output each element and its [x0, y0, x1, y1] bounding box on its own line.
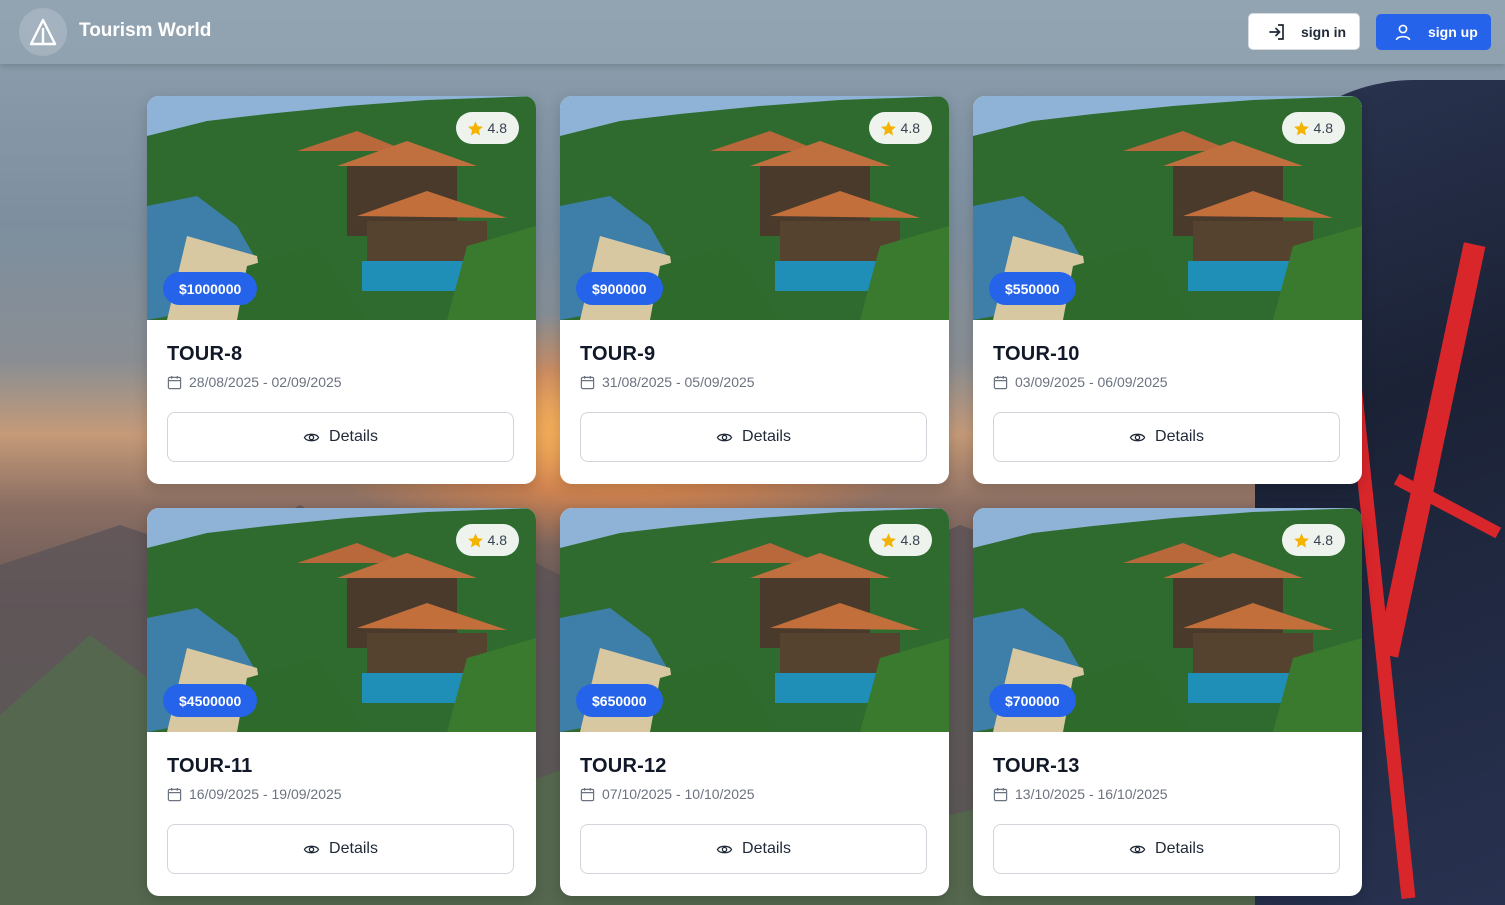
star-icon	[880, 120, 896, 135]
eye-icon	[1129, 845, 1146, 853]
eye-icon	[1129, 433, 1146, 441]
tour-dates-text: 07/10/2025 - 10/10/2025	[602, 786, 755, 802]
tour-dates-text: 28/08/2025 - 02/09/2025	[189, 374, 342, 390]
price-badge: $1000000	[163, 272, 258, 305]
login-arrow-icon	[1269, 23, 1284, 40]
tour-card[interactable]: 4.8 $4500000 TOUR-11 16/09/2025 - 19/09/…	[147, 508, 536, 896]
rating-value: 4.8	[487, 532, 507, 548]
tour-dates-text: 31/08/2025 - 05/09/2025	[602, 374, 755, 390]
eye-icon	[303, 433, 320, 441]
tour-dates: 13/10/2025 - 16/10/2025	[993, 786, 1168, 802]
rating-badge: 4.8	[455, 524, 519, 556]
sign-in-button[interactable]: sign in	[1248, 13, 1360, 50]
tour-title: TOUR-12	[580, 755, 667, 777]
rating-value: 4.8	[900, 120, 920, 136]
details-label: Details	[329, 840, 378, 857]
details-button[interactable]: Details	[993, 824, 1340, 874]
top-navigation-bar: Tourism World sign in sign up	[0, 0, 1505, 64]
eye-icon	[303, 845, 320, 853]
tour-title: TOUR-13	[993, 755, 1080, 777]
details-button[interactable]: Details	[167, 824, 514, 874]
details-button[interactable]: Details	[993, 412, 1340, 462]
calendar-icon	[993, 375, 1008, 389]
tour-dates: 03/09/2025 - 06/09/2025	[993, 374, 1168, 390]
details-button[interactable]: Details	[167, 412, 514, 462]
sign-in-label: sign in	[1301, 23, 1347, 40]
tour-dates-text: 13/10/2025 - 16/10/2025	[1015, 786, 1168, 802]
tour-dates: 07/10/2025 - 10/10/2025	[580, 786, 755, 802]
triangle-logo-icon	[29, 18, 57, 46]
star-icon	[467, 120, 483, 135]
tour-dates: 28/08/2025 - 02/09/2025	[167, 374, 342, 390]
tour-card[interactable]: 4.8 $550000 TOUR-10 03/09/2025 - 06/09/2…	[973, 96, 1362, 484]
tour-title: TOUR-8	[167, 343, 243, 365]
tour-dates: 16/09/2025 - 19/09/2025	[167, 786, 342, 802]
details-label: Details	[1155, 428, 1204, 445]
eye-icon	[716, 845, 733, 853]
calendar-icon	[993, 787, 1008, 801]
logo[interactable]	[19, 8, 67, 56]
price-badge: $550000	[989, 272, 1076, 305]
details-label: Details	[742, 840, 791, 857]
calendar-icon	[580, 375, 595, 389]
sign-up-label: sign up	[1428, 24, 1478, 40]
tour-card[interactable]: 4.8 $700000 TOUR-13 13/10/2025 - 16/10/2…	[973, 508, 1362, 896]
brand-name[interactable]: Tourism World	[79, 20, 211, 42]
tour-dates: 31/08/2025 - 05/09/2025	[580, 374, 755, 390]
tour-title: TOUR-9	[580, 343, 656, 365]
rating-badge: 4.8	[1281, 524, 1345, 556]
tour-title: TOUR-11	[167, 755, 253, 777]
tour-card[interactable]: 4.8 $900000 TOUR-9 31/08/2025 - 05/09/20…	[560, 96, 949, 484]
details-button[interactable]: Details	[580, 412, 927, 462]
star-icon	[467, 532, 483, 547]
star-icon	[880, 532, 896, 547]
tour-dates-text: 03/09/2025 - 06/09/2025	[1015, 374, 1168, 390]
price-badge: $700000	[989, 684, 1076, 717]
rating-badge: 4.8	[455, 112, 519, 144]
price-badge: $4500000	[163, 684, 258, 717]
rating-badge: 4.8	[868, 524, 932, 556]
details-label: Details	[329, 428, 378, 445]
star-icon	[1293, 532, 1309, 547]
rating-badge: 4.8	[1281, 112, 1345, 144]
calendar-icon	[167, 375, 182, 389]
details-label: Details	[1155, 840, 1204, 857]
tour-card[interactable]: 4.8 $650000 TOUR-12 07/10/2025 - 10/10/2…	[560, 508, 949, 896]
rating-value: 4.8	[1313, 120, 1333, 136]
rating-badge: 4.8	[868, 112, 932, 144]
rating-value: 4.8	[487, 120, 507, 136]
tour-dates-text: 16/09/2025 - 19/09/2025	[189, 786, 342, 802]
user-icon	[1395, 24, 1411, 41]
tour-title: TOUR-10	[993, 343, 1080, 365]
eye-icon	[716, 433, 733, 441]
star-icon	[1293, 120, 1309, 135]
calendar-icon	[580, 787, 595, 801]
sign-up-button[interactable]: sign up	[1376, 14, 1491, 50]
rating-value: 4.8	[1313, 532, 1333, 548]
price-badge: $900000	[576, 272, 663, 305]
tour-card[interactable]: 4.8 $1000000 TOUR-8 28/08/2025 - 02/09/2…	[147, 96, 536, 484]
price-badge: $650000	[576, 684, 663, 717]
rating-value: 4.8	[900, 532, 920, 548]
calendar-icon	[167, 787, 182, 801]
details-button[interactable]: Details	[580, 824, 927, 874]
details-label: Details	[742, 428, 791, 445]
